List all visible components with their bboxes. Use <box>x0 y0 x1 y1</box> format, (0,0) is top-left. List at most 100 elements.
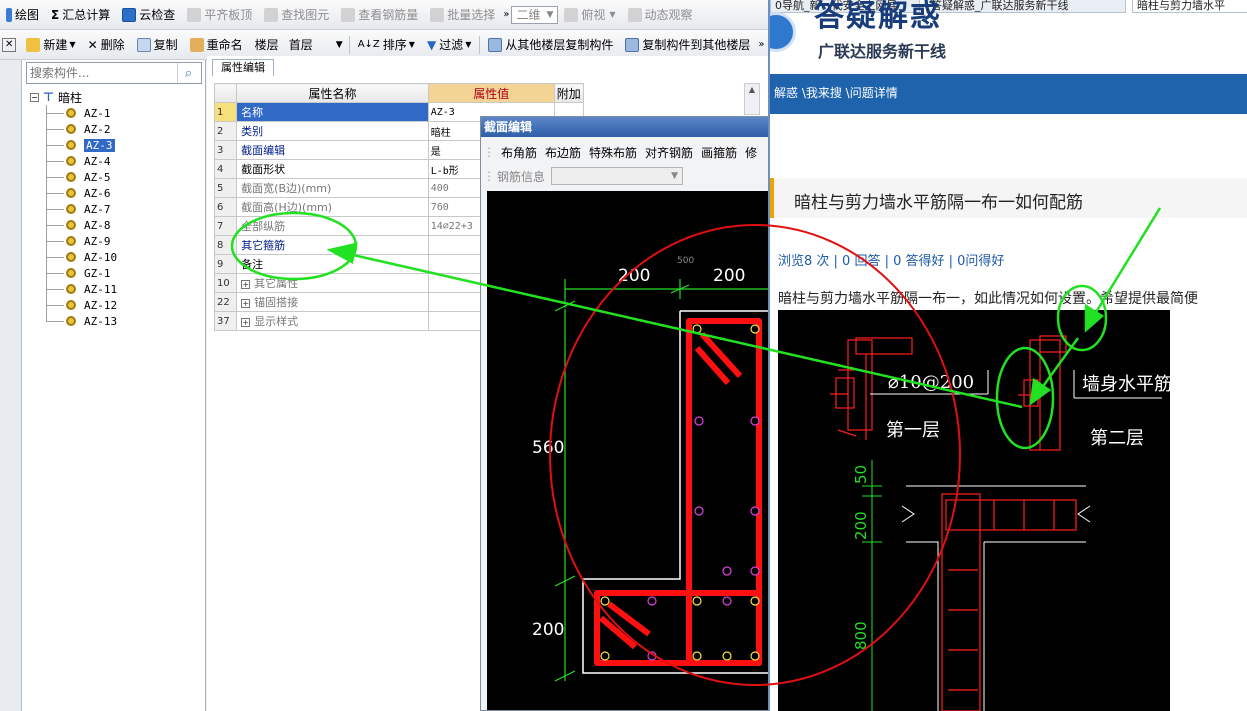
section-toolbar: ⋮ 布角筋 布边筋 特殊布筋 对齐钢筋 画箍筋 修 <box>481 141 768 163</box>
more-arrows-icon[interactable]: » <box>501 4 511 26</box>
tree-item[interactable]: AZ-8 <box>66 217 111 233</box>
align-top-icon <box>187 7 202 22</box>
sigma-icon: Σ <box>51 7 60 22</box>
rebar-dot[interactable] <box>722 566 732 576</box>
new-button[interactable]: 新建 ▼ <box>20 34 81 56</box>
property-name-cell: 其它箍筋 <box>236 235 429 255</box>
delete-button[interactable]: ✕ 删除 <box>82 34 131 56</box>
chevron-down-icon: ▼ <box>69 40 76 49</box>
app-window: 绘图 Σ 汇总计算 云检查 平齐板顶 查找图元 查看钢筋量 批量选择 » 二维 ▼ <box>0 0 768 711</box>
tree-item[interactable]: AZ-11 <box>66 281 117 297</box>
edge-rebar-button[interactable]: 布边筋 <box>541 144 585 161</box>
tree-item[interactable]: AZ-12 <box>66 297 117 313</box>
browser-tab-answers[interactable]: 答疑解惑_广联达服务新干线 <box>926 0 1126 13</box>
expand-icon[interactable]: + <box>241 280 251 289</box>
rebar-quantity-button[interactable]: 查看钢筋量 <box>335 4 424 26</box>
row-number: 37 <box>213 311 238 331</box>
tab-property-edit[interactable]: 属性编辑 <box>212 59 274 76</box>
site-brand[interactable]: 答疑解惑 <box>814 2 942 32</box>
collapse-icon[interactable]: − <box>30 92 39 102</box>
rebar-dot[interactable] <box>692 324 702 334</box>
site-logo-icon[interactable] <box>770 12 796 52</box>
rebar-dot[interactable] <box>647 596 657 606</box>
tree-item[interactable]: AZ-13 <box>66 313 117 329</box>
column-component-icon <box>66 316 76 326</box>
floor-select[interactable]: 首层 ▼ <box>285 36 347 54</box>
copy-to-floor-button[interactable]: 复制构件到其他楼层 <box>619 34 756 56</box>
more-arrows-icon[interactable]: » <box>756 34 766 56</box>
dynamic-view-button[interactable]: 动态观察 <box>622 4 699 26</box>
rebar-dot[interactable] <box>750 596 760 606</box>
search-icon[interactable]: ⌕ <box>177 63 199 83</box>
copy-from-floor-button[interactable]: 从其他楼层复制构件 <box>482 34 619 56</box>
search-input[interactable] <box>27 64 177 82</box>
copy-icon <box>136 37 151 52</box>
tree-item[interactable]: AZ-6 <box>66 185 111 201</box>
section-drawing-canvas[interactable]: 200 200 500 560 200 <box>487 191 768 711</box>
row-number: 8 <box>213 235 238 255</box>
close-icon[interactable]: ✕ <box>2 37 17 52</box>
expand-icon[interactable]: + <box>241 318 251 327</box>
copy-button[interactable]: 复制 <box>131 34 184 56</box>
view-mode-select[interactable]: 二维 ▼ <box>511 5 559 24</box>
rebar-dot[interactable] <box>750 506 760 516</box>
special-rebar-button[interactable]: 特殊布筋 <box>585 144 641 161</box>
rebar-dot[interactable] <box>692 596 702 606</box>
rebar-dot[interactable] <box>600 651 610 661</box>
tree-item[interactable]: AZ-1 <box>66 105 111 121</box>
rebar-dot[interactable] <box>694 506 704 516</box>
rebar-info-select[interactable]: ▼ <box>551 167 684 185</box>
rebar-dot[interactable] <box>722 651 732 661</box>
align-top-button[interactable]: 平齐板顶 <box>181 4 258 26</box>
filter-button[interactable]: ▼ 过滤 ▼ <box>421 34 477 56</box>
expand-icon[interactable]: + <box>241 299 251 308</box>
corner-rebar-button[interactable]: 布角筋 <box>497 144 541 161</box>
cloud-check-button[interactable]: 云检查 <box>116 4 181 26</box>
rebar-dot[interactable] <box>600 596 610 606</box>
orbit-icon <box>627 7 642 22</box>
rebar-dot[interactable] <box>692 651 702 661</box>
rebar-quantity-icon <box>341 7 356 22</box>
draw-button[interactable]: 绘图 <box>0 4 45 26</box>
property-name: 截面宽(B边)(mm) <box>241 182 332 195</box>
tree-item-label: AZ-7 <box>84 202 111 216</box>
tree-root-hidden-column[interactable]: − ⊤ 暗柱 <box>30 89 82 105</box>
view-angle-button[interactable]: 俯视 ▼ <box>558 4 621 26</box>
column-component-icon <box>66 108 76 118</box>
modify-button[interactable]: 修 <box>741 144 761 161</box>
floor-label: 楼层 <box>254 38 279 52</box>
tree-item[interactable]: AZ-2 <box>66 121 111 137</box>
left-side-strip <box>0 60 22 711</box>
tree-connector-line <box>46 321 64 322</box>
tree-item[interactable]: AZ-9 <box>66 233 111 249</box>
question-image[interactable]: ⌀10@200 第一层 墙身水平筋 第二层 50 200 800 <box>778 310 1170 711</box>
tree-item[interactable]: AZ-4 <box>66 153 111 169</box>
tree-item[interactable]: GZ-1 <box>66 265 111 281</box>
question-stats[interactable]: 浏览8 次 | 0 回答 | 0 答得好 | 0问得好 <box>778 250 1004 269</box>
scroll-up-icon[interactable]: ▲ <box>745 84 759 96</box>
tree-item[interactable]: AZ-5 <box>66 169 111 185</box>
summary-calc-button[interactable]: Σ 汇总计算 <box>45 4 116 26</box>
browser-tab-question[interactable]: 暗柱与剪力墙水平 <box>1132 0 1247 13</box>
rebar-dot[interactable] <box>750 324 760 334</box>
sort-button[interactable]: A↓Z 排序 ▼ <box>352 34 421 56</box>
main-toolbar: 绘图 Σ 汇总计算 云检查 平齐板顶 查找图元 查看钢筋量 批量选择 » 二维 ▼ <box>0 0 768 30</box>
rebar-dot[interactable] <box>694 416 704 426</box>
rebar-dot[interactable] <box>750 566 760 576</box>
tree-item[interactable]: AZ-3 <box>66 137 115 153</box>
draw-stirrup-button[interactable]: 画箍筋 <box>697 144 741 161</box>
column-component-icon <box>66 236 76 246</box>
batch-select-button[interactable]: 批量选择 <box>424 4 501 26</box>
rebar-dot[interactable] <box>750 651 760 661</box>
tree-item[interactable]: AZ-7 <box>66 201 111 217</box>
breadcrumb[interactable]: 解惑 \我来搜 \问题详情 <box>770 74 1247 114</box>
tree-item[interactable]: AZ-10 <box>66 249 117 265</box>
rebar-dot[interactable] <box>722 596 732 606</box>
find-element-button[interactable]: 查找图元 <box>258 4 335 26</box>
rebar-dot[interactable] <box>750 416 760 426</box>
vertical-scrollbar[interactable]: ▲ <box>744 83 760 115</box>
row-number: 2 <box>213 121 238 141</box>
rebar-dot[interactable] <box>647 651 657 661</box>
align-rebar-button[interactable]: 对齐钢筋 <box>641 144 697 161</box>
rename-button[interactable]: 重命名 <box>184 34 249 56</box>
